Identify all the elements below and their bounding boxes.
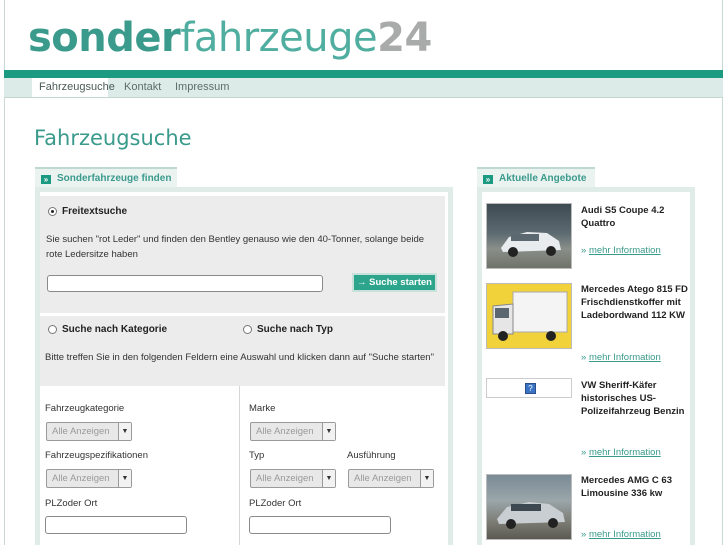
radio-unchecked-icon — [48, 325, 57, 334]
car-photo-icon — [497, 502, 565, 529]
label-fahrzeugspezifikationen: Fahrzeugspezifikationen — [45, 450, 148, 461]
offer-title-audi[interactable]: Audi S5 Coupe 4.2 Quattro — [581, 204, 691, 230]
more-info-label: mehr Information — [588, 529, 661, 540]
plz-input-left[interactable] — [45, 516, 187, 534]
radio-freitextsuche[interactable]: Freitextsuche — [48, 206, 127, 217]
chevron-down-icon: ▼ — [420, 470, 433, 487]
more-info-label: mehr Information — [588, 245, 661, 256]
offer-image-vw[interactable]: ? — [486, 378, 572, 398]
chevron-down-icon: ▼ — [118, 470, 131, 487]
logo-part-24: 24 — [377, 15, 432, 61]
more-info-link-amg[interactable]: » mehr Information — [581, 529, 661, 540]
label-ausfuehrung: Ausführung — [347, 450, 396, 461]
radio-typ[interactable]: Suche nach Typ — [243, 324, 333, 335]
site-logo[interactable]: sonderfahrzeuge24 — [28, 14, 432, 62]
select-value: Alle Anzeigen — [52, 426, 110, 437]
more-info-prefix: » — [581, 245, 587, 256]
double-chevron-icon: » — [483, 175, 493, 184]
tab-label: Aktuelle Angebote — [499, 173, 587, 184]
car-photo-icon — [501, 232, 561, 257]
column-divider — [239, 386, 240, 545]
more-info-prefix: » — [581, 352, 587, 363]
more-info-link-audi[interactable]: » mehr Information — [581, 245, 661, 256]
tab-aktuelle-angebote[interactable]: » Aktuelle Angebote — [477, 167, 595, 187]
freetext-description: Sie suchen "rot Leder" und finden den Be… — [46, 234, 425, 260]
label-typ: Typ — [249, 450, 265, 461]
broken-image-icon: ? — [525, 383, 536, 394]
select-ausfuehrung[interactable]: Alle Anzeigen ▼ — [348, 469, 434, 488]
select-value: Alle Anzeigen — [256, 473, 314, 484]
select-value: Alle Anzeigen — [52, 473, 110, 484]
select-value: Alle Anzeigen — [354, 473, 412, 484]
nav-item-fahrzeugsuche[interactable]: Fahrzeugsuche — [32, 78, 115, 97]
main-nav: Fahrzeugsuche Kontakt Impressum — [4, 78, 723, 98]
category-description: Bitte treffen Sie in den folgenden Felde… — [45, 352, 434, 363]
label-marke: Marke — [249, 403, 276, 414]
nav-item-impressum[interactable]: Impressum — [175, 81, 229, 93]
logo-part-fahrzeuge: fahrzeuge — [180, 15, 378, 61]
header-bar — [4, 70, 723, 78]
radio-unchecked-icon — [243, 325, 252, 334]
tab-label: Sonderfahrzeuge finden — [57, 173, 172, 184]
more-info-label: mehr Information — [588, 352, 661, 363]
radio-label: Suche nach Kategorie — [62, 324, 168, 335]
radio-label: Freitextsuche — [62, 206, 128, 217]
nav-item-kontakt[interactable]: Kontakt — [124, 81, 161, 93]
select-marke[interactable]: Alle Anzeigen ▼ — [250, 422, 336, 441]
offer-title-atego[interactable]: Mercedes Atego 815 FD Frischdienstkoffer… — [581, 283, 691, 322]
offer-title-vw[interactable]: VW Sheriff-Käfer historisches US-Polizei… — [581, 379, 691, 418]
offer-image-atego[interactable] — [486, 283, 572, 349]
freetext-input[interactable] — [47, 275, 323, 292]
label-plz-left: PLZoder Ort — [45, 498, 98, 509]
search-start-button[interactable]: → Suche starten — [352, 273, 437, 292]
chevron-down-icon: ▼ — [118, 423, 131, 440]
select-fahrzeugkategorie[interactable]: Alle Anzeigen ▼ — [46, 422, 132, 441]
more-info-prefix: » — [581, 447, 587, 458]
select-value: Alle Anzeigen — [256, 426, 314, 437]
more-info-label: mehr Information — [588, 447, 661, 458]
logo-part-sonder: sonder — [28, 15, 181, 61]
label-fahrzeugkategorie: Fahrzeugkategorie — [45, 403, 125, 414]
plz-input-right[interactable] — [249, 516, 391, 534]
chevron-down-icon: ▼ — [322, 423, 335, 440]
offer-title-amg[interactable]: Mercedes AMG C 63 Limousine 336 kw — [581, 474, 691, 500]
tab-sonderfahrzeuge-finden[interactable]: » Sonderfahrzeuge finden — [35, 167, 177, 187]
offer-image-amg[interactable] — [486, 474, 572, 540]
radio-label: Suche nach Typ — [257, 324, 333, 335]
offer-image-audi[interactable] — [486, 203, 572, 269]
double-chevron-icon: » — [41, 175, 51, 184]
page-title: Fahrzeugsuche — [34, 126, 192, 150]
truck-photo-icon — [492, 291, 568, 341]
label-plz-right: PLZoder Ort — [249, 498, 302, 509]
select-fahrzeugspezifikationen[interactable]: Alle Anzeigen ▼ — [46, 469, 132, 488]
radio-checked-icon — [48, 207, 57, 216]
more-info-link-vw[interactable]: » mehr Information — [581, 447, 661, 458]
more-info-prefix: » — [581, 529, 587, 540]
chevron-down-icon: ▼ — [322, 470, 335, 487]
radio-kategorie[interactable]: Suche nach Kategorie — [48, 324, 167, 335]
more-info-link-atego[interactable]: » mehr Information — [581, 352, 661, 363]
select-typ[interactable]: Alle Anzeigen ▼ — [250, 469, 336, 488]
